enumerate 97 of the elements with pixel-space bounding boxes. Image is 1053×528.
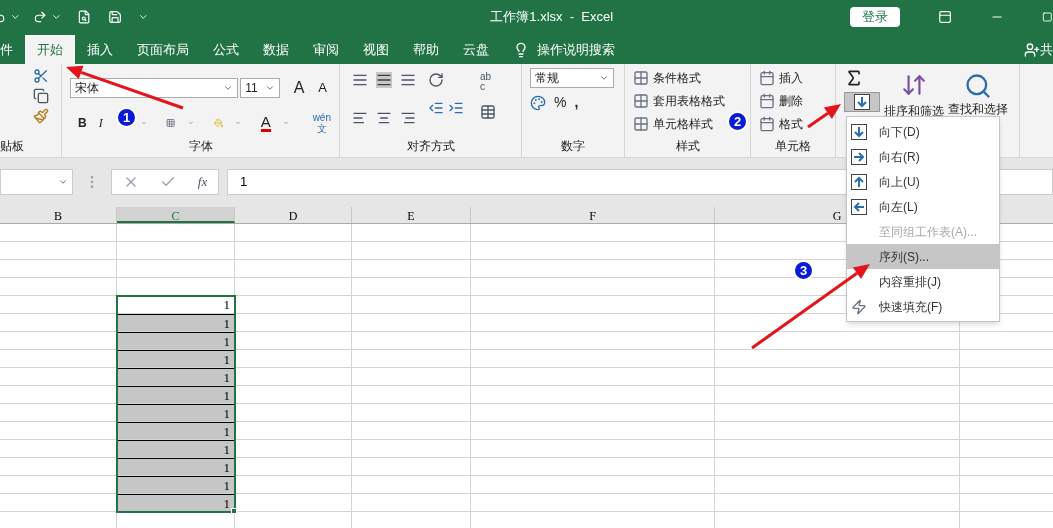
italic-button[interactable]: I: [98, 114, 103, 132]
share-person-icon: [1024, 41, 1040, 58]
tell-me-search[interactable]: 操作说明搜索: [537, 39, 615, 60]
column-header[interactable]: F: [471, 207, 715, 223]
print-preview-icon[interactable]: [77, 8, 92, 25]
menu-item[interactable]: 序列(S)...: [847, 244, 999, 269]
maximize-icon[interactable]: [1042, 10, 1053, 23]
styles-menu-button[interactable]: 套用表格格式: [633, 91, 725, 111]
cells-menu-button[interactable]: 插入: [759, 68, 803, 88]
find-select-button[interactable]: 查找和选择: [948, 100, 1008, 118]
format-painter-icon[interactable]: [33, 108, 49, 124]
grid-icon: [633, 116, 649, 132]
ribbon-tab[interactable]: 云盘: [451, 35, 501, 64]
ribbon-tab[interactable]: 数据: [251, 35, 301, 64]
font-color-button[interactable]: A: [260, 114, 271, 132]
menu-item[interactable]: 向上(U): [847, 169, 999, 194]
fill-button[interactable]: [844, 92, 880, 112]
group-label: 贴板: [0, 138, 24, 155]
insert-function-button[interactable]: fx: [197, 172, 208, 192]
merge-center-icon[interactable]: [480, 104, 496, 120]
sort-filter-button[interactable]: 排序和筛选: [884, 102, 944, 120]
bold-button[interactable]: B: [78, 114, 87, 132]
column-header[interactable]: E: [352, 207, 471, 223]
menu-item[interactable]: 向右(R): [847, 144, 999, 169]
grid-icon: [633, 70, 649, 86]
caret-icon: [264, 83, 275, 93]
caret-icon: [58, 177, 68, 187]
grow-font-button[interactable]: A: [289, 76, 309, 100]
column-header[interactable]: D: [235, 207, 352, 223]
menu-item[interactable]: 内容重排(J): [847, 269, 999, 294]
decrease-indent-icon[interactable]: [428, 100, 444, 116]
ribbon-tab[interactable]: 视图: [351, 35, 401, 64]
window-title: 工作簿1.xlsx - Excel: [490, 7, 614, 26]
menu-item[interactable]: 快速填充(F): [847, 294, 999, 319]
table-cell[interactable]: 1: [117, 440, 234, 457]
arrow-left-icon: [851, 198, 867, 215]
menu-item[interactable]: 向下(D): [847, 119, 999, 144]
copy-icon[interactable]: [33, 88, 49, 104]
group-label: 样式: [675, 138, 700, 155]
group-label: 单元格: [775, 138, 811, 155]
sign-in-button[interactable]: 登录: [850, 6, 901, 27]
styles-menu-button[interactable]: 条件格式: [633, 68, 701, 88]
table-cell[interactable]: 1: [117, 476, 234, 493]
ribbon-tab[interactable]: 件: [0, 35, 25, 64]
phonetic-button[interactable]: wén 文: [312, 112, 331, 134]
ribbon-tab[interactable]: 帮助: [401, 35, 451, 64]
caret-icon: [599, 73, 609, 83]
table-cell[interactable]: 1: [117, 386, 234, 403]
lightbulb-icon: [513, 41, 529, 58]
styles-menu-button[interactable]: 单元格样式: [633, 114, 713, 134]
search-icon[interactable]: [964, 72, 992, 100]
ribbon-tab[interactable]: 页面布局: [125, 35, 201, 64]
middle-align-icon[interactable]: [376, 72, 392, 88]
ribbon-tab[interactable]: 审阅: [301, 35, 351, 64]
increase-indent-icon[interactable]: [448, 100, 464, 116]
save-icon[interactable]: [107, 8, 122, 25]
wrap-text-button[interactable]: ab c: [480, 72, 496, 92]
table-cell[interactable]: 1: [117, 422, 234, 439]
font-name-field[interactable]: 宋体: [70, 78, 239, 98]
comma-button[interactable]: ,: [574, 92, 579, 113]
percent-button[interactable]: %: [554, 92, 567, 113]
orientation-icon[interactable]: [428, 72, 444, 88]
arrow: [807, 104, 841, 129]
group-label: 数字: [561, 138, 585, 155]
table-cell[interactable]: 1: [117, 350, 234, 367]
table-cell[interactable]: 1: [117, 494, 234, 511]
grid-icon: [633, 93, 649, 109]
caret-icon: [223, 83, 234, 93]
arrow-up-icon: [851, 173, 867, 190]
table-cell[interactable]: 1: [117, 314, 234, 331]
ribbon-tab[interactable]: 开始: [25, 35, 75, 64]
font-size-field[interactable]: 11: [240, 78, 280, 98]
table-cell[interactable]: 1: [117, 404, 234, 421]
share-button[interactable]: 共: [1040, 39, 1053, 60]
flash-fill-icon: [851, 298, 867, 315]
step-number-badge: 3: [793, 260, 814, 281]
arrow-down-icon: [851, 123, 867, 140]
ribbon-tab[interactable]: 公式: [201, 35, 251, 64]
sort-icon[interactable]: [901, 72, 927, 98]
table-cell[interactable]: 1: [117, 332, 234, 349]
shrink-font-button[interactable]: A: [314, 78, 331, 98]
number-format-field[interactable]: 常规: [530, 68, 614, 88]
group-label: 字体: [188, 138, 213, 155]
arrow-right-icon: [851, 148, 867, 165]
bottom-align-icon[interactable]: [400, 72, 416, 88]
cells-menu-button[interactable]: 删除: [759, 91, 803, 111]
table-cell[interactable]: 1: [117, 368, 234, 385]
group-label: 对齐方式: [406, 138, 455, 155]
arrow-down-icon: [854, 94, 870, 110]
top-align-icon[interactable]: [352, 72, 368, 88]
ribbon-tab[interactable]: 插入: [75, 35, 125, 64]
column-header[interactable]: C: [117, 207, 235, 223]
cells-menu-button[interactable]: 格式: [759, 114, 803, 134]
scissors-icon[interactable]: [33, 68, 49, 84]
ribbon-display-icon[interactable]: [938, 8, 953, 25]
table-cell[interactable]: 1: [117, 458, 234, 475]
fill-handle[interactable]: [231, 508, 237, 514]
